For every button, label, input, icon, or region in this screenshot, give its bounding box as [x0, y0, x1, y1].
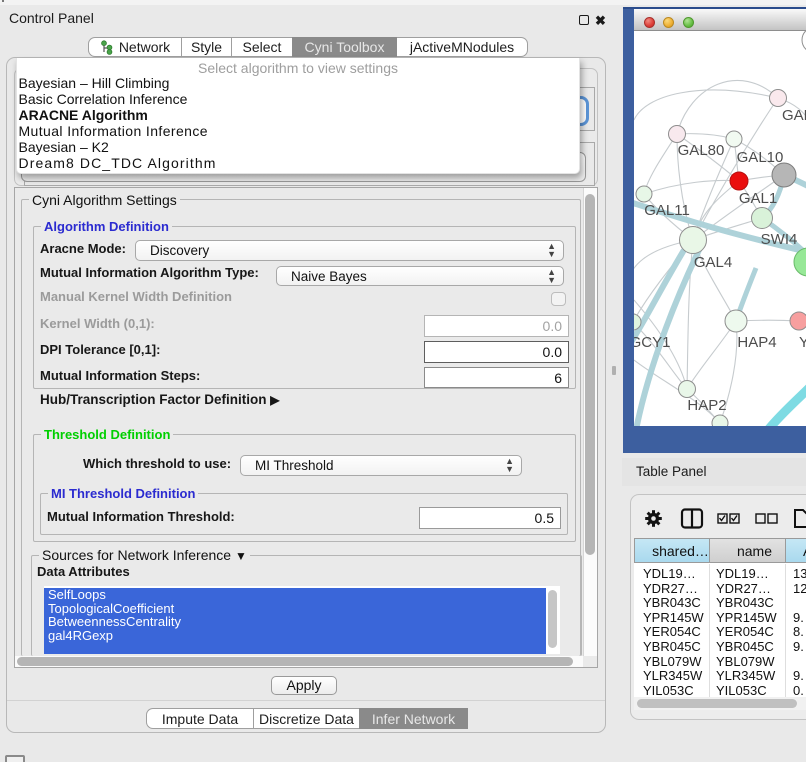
svg-text:SWI4: SWI4 [761, 231, 798, 248]
svg-text:GAL80: GAL80 [678, 142, 725, 159]
svg-text:GAL11: GAL11 [644, 202, 690, 219]
svg-text:GAL7: GAL7 [782, 107, 806, 124]
svg-text:Y: Y [799, 334, 806, 351]
svg-text:HAP2: HAP2 [687, 397, 726, 414]
svg-text:HAP4: HAP4 [737, 334, 776, 351]
svg-text:GAL10: GAL10 [737, 149, 784, 166]
svg-text:GAL4: GAL4 [694, 254, 732, 271]
svg-text:GCY1: GCY1 [634, 334, 670, 351]
svg-text:GAL1: GAL1 [739, 190, 777, 207]
